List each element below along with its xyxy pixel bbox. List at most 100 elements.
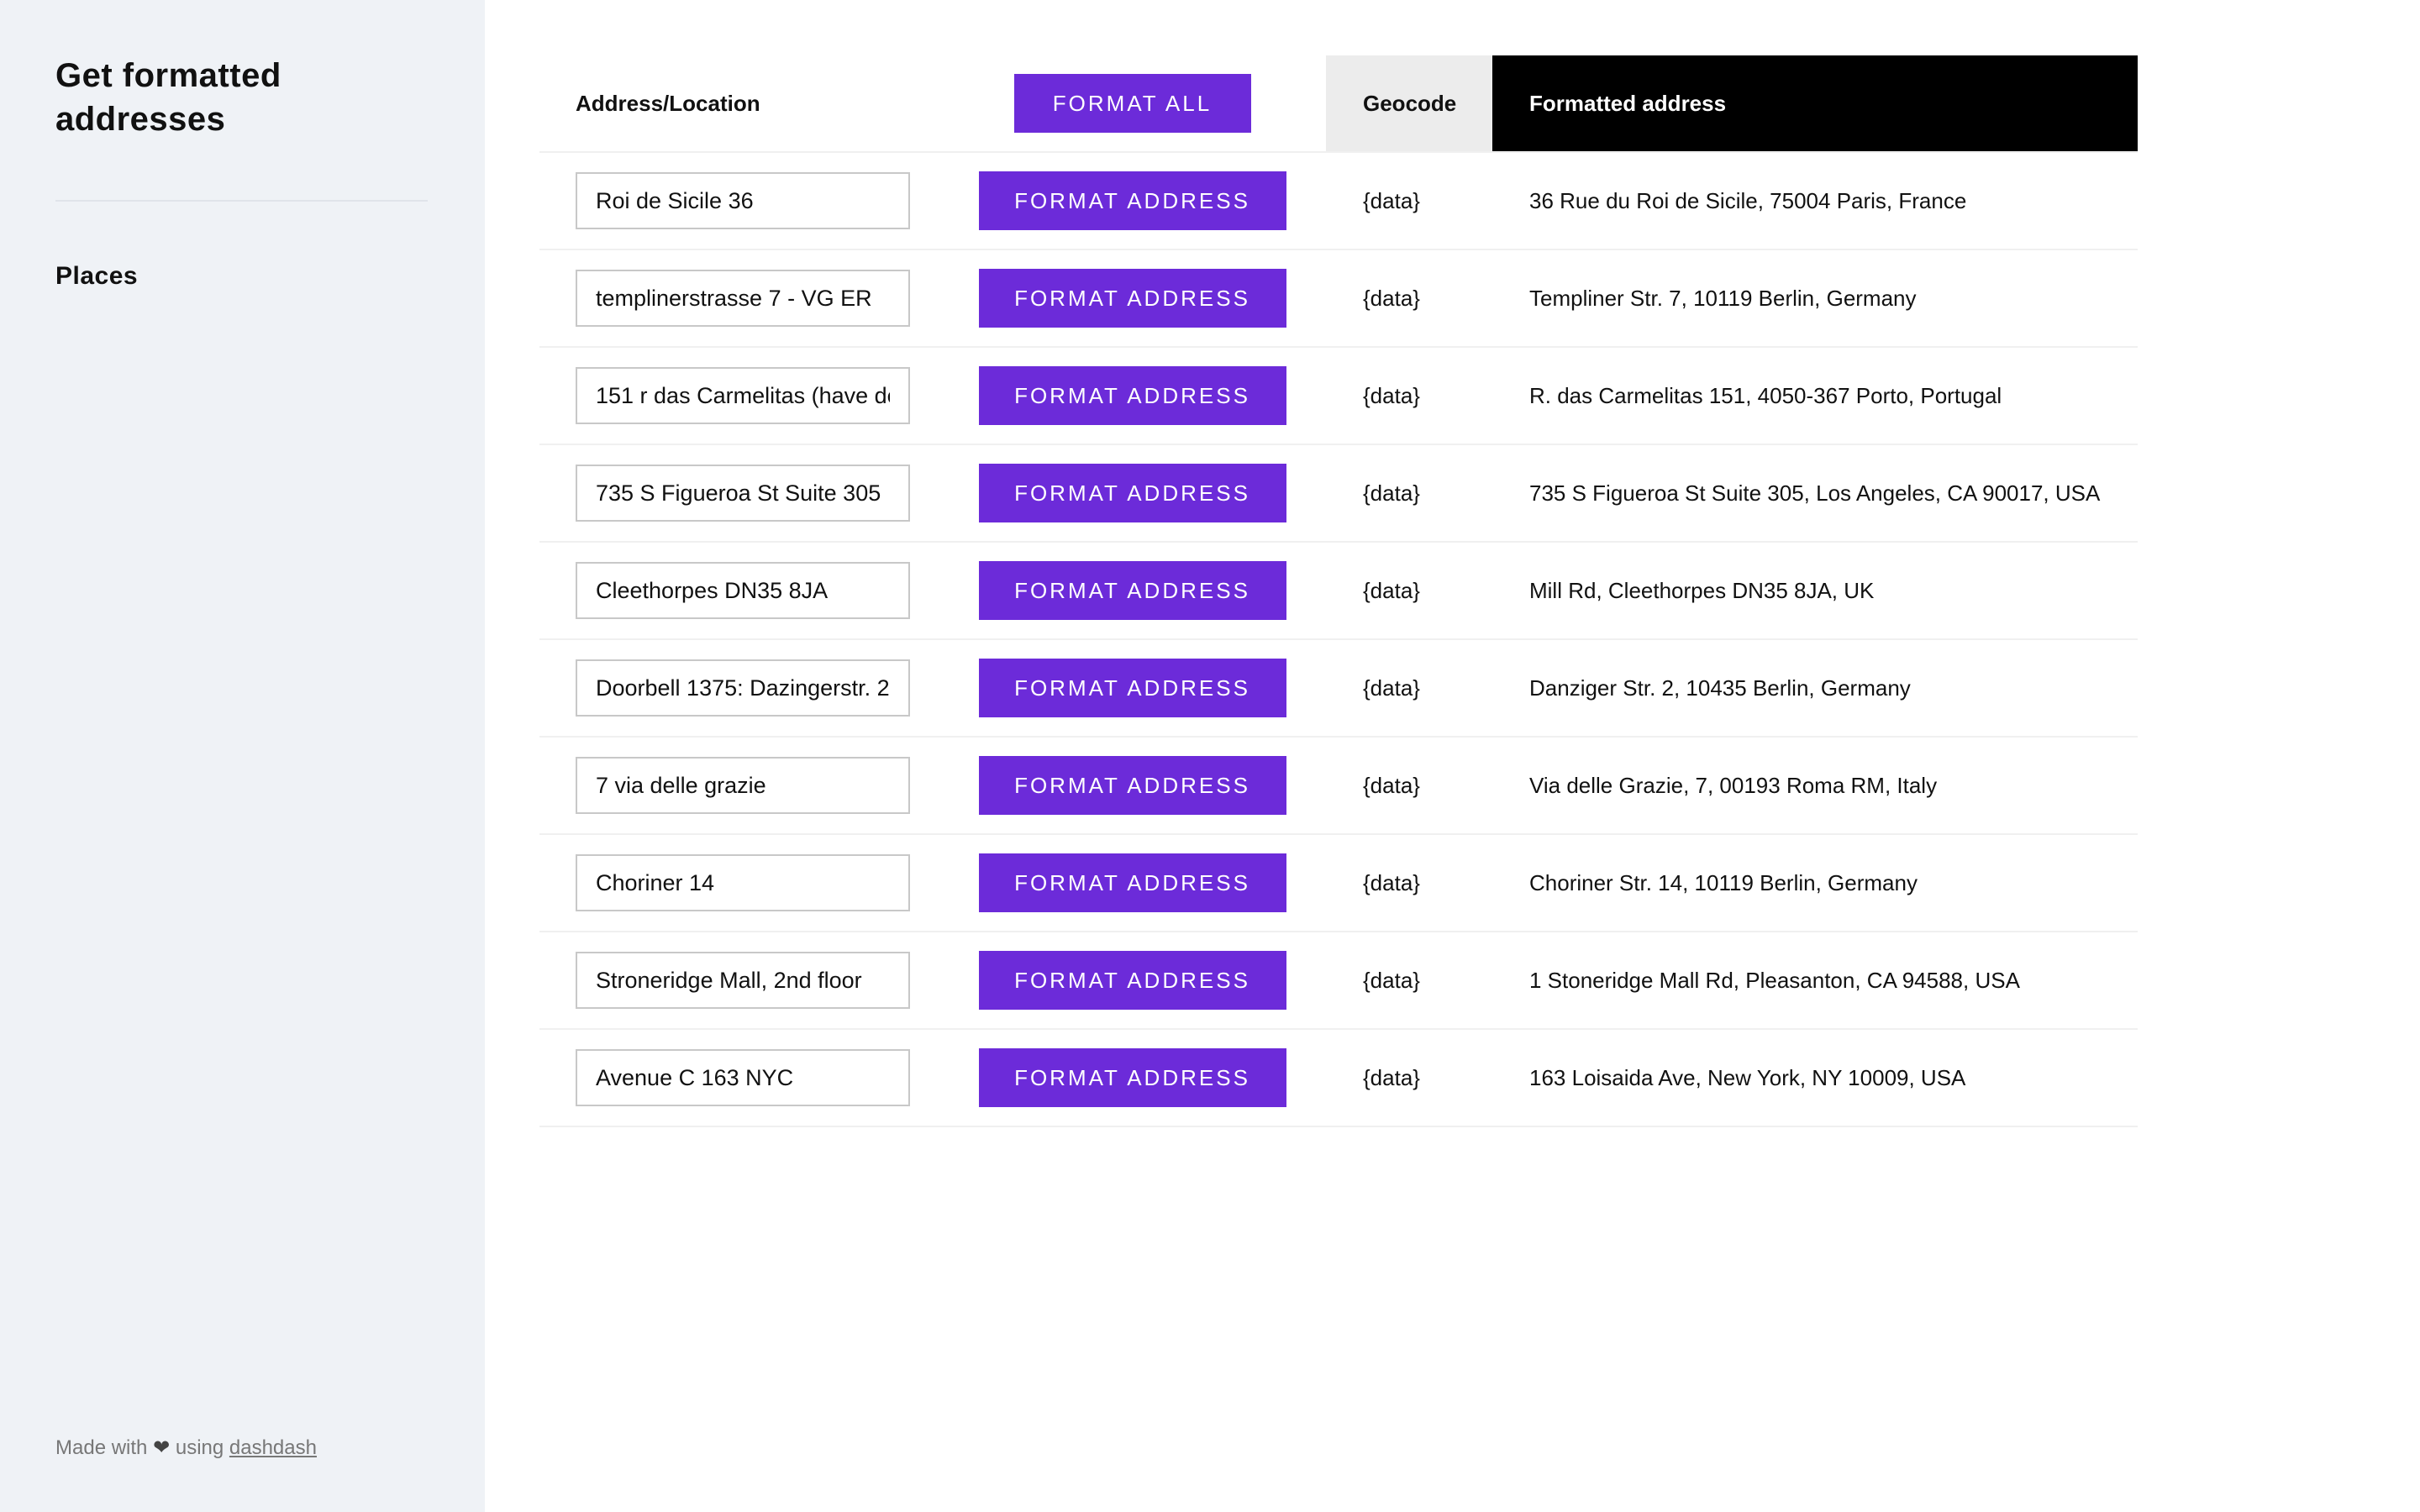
address-input[interactable] — [576, 562, 910, 619]
address-cell — [539, 465, 939, 522]
formatted-address-value: Choriner Str. 14, 10119 Berlin, Germany — [1529, 869, 1918, 895]
formatted-address-value: 735 S Figueroa St Suite 305, Los Angeles… — [1529, 480, 2101, 506]
action-cell: FORMAT ADDRESS — [939, 171, 1326, 230]
action-cell: FORMAT ADDRESS — [939, 366, 1326, 425]
formatted-cell: Danziger Str. 2, 10435 Berlin, Germany — [1492, 640, 2138, 736]
geocode-cell: {data} — [1326, 738, 1492, 833]
footer-middle: using — [175, 1436, 224, 1459]
geocode-cell: {data} — [1326, 835, 1492, 931]
column-header-address: Address/Location — [576, 90, 760, 116]
address-cell — [539, 367, 939, 424]
table-row: FORMAT ADDRESS {data} Choriner Str. 14, 10… — [539, 835, 2138, 932]
address-input[interactable] — [576, 270, 910, 327]
address-input[interactable] — [576, 1049, 910, 1106]
geocode-value: {data} — [1363, 480, 1420, 506]
formatted-cell: 1 Stoneridge Mall Rd, Pleasanton, CA 945… — [1492, 932, 2138, 1028]
action-cell: FORMAT ADDRESS — [939, 561, 1326, 620]
geocode-cell: {data} — [1326, 445, 1492, 541]
table-row: FORMAT ADDRESS {data} 163 Loisaida Ave, Ne… — [539, 1030, 2138, 1127]
address-cell — [539, 270, 939, 327]
table-row: FORMAT ADDRESS {data} 1 Stoneridge Mall Rd… — [539, 932, 2138, 1030]
geocode-value: {data} — [1363, 577, 1420, 603]
formatted-address-value: 163 Loisaida Ave, New York, NY 10009, US… — [1529, 1064, 1966, 1090]
geocode-value: {data} — [1363, 772, 1420, 798]
address-input[interactable] — [576, 465, 910, 522]
address-input[interactable] — [576, 854, 910, 911]
address-table: Address/Location FORMAT ALL Geocode Form… — [539, 55, 2138, 1127]
formatted-address-value: 36 Rue du Roi de Sicile, 75004 Paris, Fr… — [1529, 187, 1967, 213]
dashdash-link[interactable]: dashdash — [229, 1436, 317, 1459]
heart-icon: ❤ — [153, 1436, 171, 1459]
formatted-address-value: 1 Stoneridge Mall Rd, Pleasanton, CA 945… — [1529, 967, 2020, 993]
geocode-cell: {data} — [1326, 543, 1492, 638]
address-input[interactable] — [576, 172, 910, 229]
formatted-cell: 163 Loisaida Ave, New York, NY 10009, US… — [1492, 1030, 2138, 1126]
address-input[interactable] — [576, 757, 910, 814]
main-content: Address/Location FORMAT ALL Geocode Form… — [485, 0, 2420, 1512]
footer: Made with ❤ using dashdash — [55, 1436, 317, 1460]
action-cell: FORMAT ADDRESS — [939, 659, 1326, 717]
geocode-value: {data} — [1363, 382, 1420, 408]
action-cell: FORMAT ADDRESS — [939, 756, 1326, 815]
formatted-cell: 36 Rue du Roi de Sicile, 75004 Paris, Fr… — [1492, 153, 2138, 249]
column-header-actions: FORMAT ALL — [939, 74, 1326, 133]
app: Get formatted addresses Places Made with… — [0, 0, 2420, 1512]
format-address-button[interactable]: FORMAT ADDRESS — [978, 659, 1286, 717]
address-cell — [539, 757, 939, 814]
format-address-button[interactable]: FORMAT ADDRESS — [978, 853, 1286, 912]
address-cell — [539, 952, 939, 1009]
app-title: Get formatted addresses — [55, 57, 281, 138]
formatted-cell: Via delle Grazie, 7, 00193 Roma RM, Ital… — [1492, 738, 2138, 833]
formatted-address-value: Danziger Str. 2, 10435 Berlin, Germany — [1529, 675, 1911, 701]
table-row: FORMAT ADDRESS {data} 36 Rue du Roi de Sic… — [539, 153, 2138, 250]
action-cell: FORMAT ADDRESS — [939, 853, 1326, 912]
format-address-button[interactable]: FORMAT ADDRESS — [978, 171, 1286, 230]
column-header-geocode: Geocode — [1326, 55, 1492, 151]
geocode-cell: {data} — [1326, 932, 1492, 1028]
formatted-address-value: R. das Carmelitas 151, 4050-367 Porto, P… — [1529, 382, 2002, 408]
address-cell — [539, 562, 939, 619]
formatted-cell: R. das Carmelitas 151, 4050-367 Porto, P… — [1492, 348, 2138, 444]
format-address-button[interactable]: FORMAT ADDRESS — [978, 756, 1286, 815]
address-cell — [539, 659, 939, 717]
table-row: FORMAT ADDRESS {data} 735 S Figueroa St Su… — [539, 445, 2138, 543]
geocode-cell: {data} — [1326, 348, 1492, 444]
format-address-button[interactable]: FORMAT ADDRESS — [978, 366, 1286, 425]
address-cell — [539, 854, 939, 911]
sidebar-divider — [55, 200, 428, 202]
format-address-button[interactable]: FORMAT ADDRESS — [978, 561, 1286, 620]
format-address-button[interactable]: FORMAT ADDRESS — [978, 1048, 1286, 1107]
format-address-button[interactable]: FORMAT ADDRESS — [978, 269, 1286, 328]
table-row: FORMAT ADDRESS {data} Danziger Str. 2, 104… — [539, 640, 2138, 738]
table-row: FORMAT ADDRESS {data} Mill Rd, Cleethorpes… — [539, 543, 2138, 640]
sidebar: Get formatted addresses Places Made with… — [0, 0, 485, 1512]
format-all-button[interactable]: FORMAT ALL — [1013, 74, 1251, 133]
geocode-value: {data} — [1363, 285, 1420, 311]
geocode-cell: {data} — [1326, 1030, 1492, 1126]
action-cell: FORMAT ADDRESS — [939, 1048, 1326, 1107]
table-row: FORMAT ADDRESS {data} R. das Carmelitas 15… — [539, 348, 2138, 445]
geocode-value: {data} — [1363, 675, 1420, 701]
table-header: Address/Location FORMAT ALL Geocode Form… — [539, 55, 2138, 153]
address-cell — [539, 172, 939, 229]
formatted-address-value: Templiner Str. 7, 10119 Berlin, Germany — [1529, 285, 1917, 311]
formatted-cell: Choriner Str. 14, 10119 Berlin, Germany — [1492, 835, 2138, 931]
geocode-value: {data} — [1363, 187, 1420, 213]
action-cell: FORMAT ADDRESS — [939, 269, 1326, 328]
formatted-cell: 735 S Figueroa St Suite 305, Los Angeles… — [1492, 445, 2138, 541]
geocode-cell: {data} — [1326, 153, 1492, 249]
table-row: FORMAT ADDRESS {data} Via delle Grazie, 7,… — [539, 738, 2138, 835]
sidebar-item-places[interactable]: Places — [55, 262, 429, 291]
address-input[interactable] — [576, 659, 910, 717]
geocode-cell: {data} — [1326, 640, 1492, 736]
format-address-button[interactable]: FORMAT ADDRESS — [978, 951, 1286, 1010]
formatted-address-value: Via delle Grazie, 7, 00193 Roma RM, Ital… — [1529, 772, 1938, 798]
geocode-cell: {data} — [1326, 250, 1492, 346]
address-input[interactable] — [576, 367, 910, 424]
format-address-button[interactable]: FORMAT ADDRESS — [978, 464, 1286, 522]
action-cell: FORMAT ADDRESS — [939, 464, 1326, 522]
table-row: FORMAT ADDRESS {data} Templiner Str. 7, 10… — [539, 250, 2138, 348]
address-input[interactable] — [576, 952, 910, 1009]
geocode-value: {data} — [1363, 1064, 1420, 1090]
formatted-address-value: Mill Rd, Cleethorpes DN35 8JA, UK — [1529, 577, 1875, 603]
